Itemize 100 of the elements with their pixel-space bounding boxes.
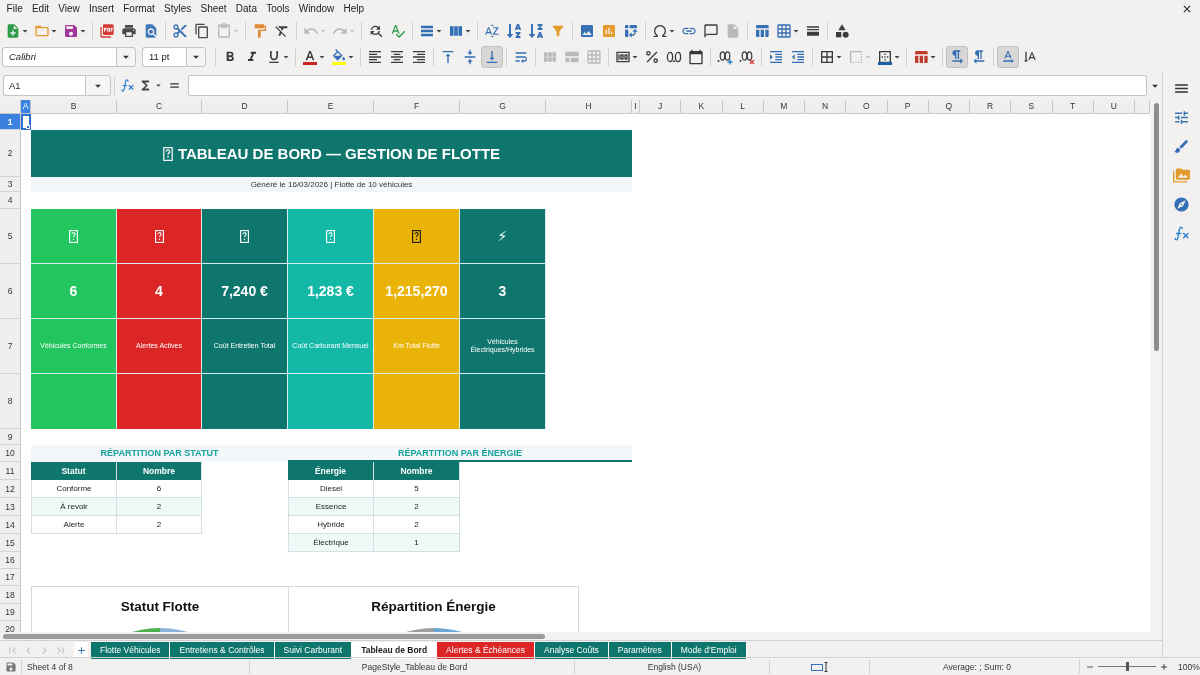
- zoom-slider[interactable]: [1098, 662, 1156, 671]
- scrollbar-thumb[interactable]: [3, 633, 545, 639]
- kpi-value: 4: [155, 283, 163, 299]
- column-header[interactable]: L: [722, 100, 764, 114]
- menu-item[interactable]: Format: [118, 1, 160, 17]
- row-header[interactable]: 9: [0, 429, 21, 445]
- font-size-field[interactable]: 11 pt: [142, 47, 186, 67]
- menu-item[interactable]: Styles: [159, 1, 196, 17]
- column-header[interactable]: O: [846, 100, 888, 114]
- row-header[interactable]: 10: [0, 445, 21, 462]
- menu-item[interactable]: Data: [231, 1, 262, 17]
- column-header[interactable]: G: [460, 100, 546, 114]
- font-name-field[interactable]: Calibri: [2, 47, 116, 67]
- row-header[interactable]: 7: [0, 319, 21, 374]
- row-header[interactable]: 16: [0, 552, 21, 569]
- column-header[interactable]: M: [763, 100, 805, 114]
- indent-icon: [768, 49, 784, 65]
- bar-chart-icon: [601, 22, 617, 39]
- menu-item[interactable]: Window: [294, 1, 339, 17]
- table-cell: Électrique: [288, 534, 374, 552]
- name-box[interactable]: A1: [3, 75, 85, 96]
- column-header[interactable]: C: [117, 100, 202, 114]
- rectangle-cursor-icon: [810, 661, 829, 672]
- row-header[interactable]: 5: [0, 209, 21, 264]
- kpi-symbol: ⚡: [497, 229, 508, 243]
- table-cell: 5: [374, 480, 460, 498]
- printer-icon: [121, 22, 137, 39]
- letter-arrow-icon: [1000, 49, 1016, 65]
- add-sheet-button[interactable]: [74, 642, 88, 658]
- column-header[interactable]: R: [970, 100, 1012, 114]
- pilcrow-arrow-icon: [949, 49, 965, 65]
- row-header[interactable]: 8: [0, 374, 21, 429]
- grid-icon: [564, 49, 580, 65]
- grid-icon: [542, 49, 558, 65]
- column-header[interactable]: P: [887, 100, 929, 114]
- menu-item[interactable]: Tools: [261, 1, 295, 17]
- column-header[interactable]: Q: [928, 100, 970, 114]
- formula-input[interactable]: [187, 75, 1147, 96]
- column-header[interactable]: D: [202, 100, 288, 114]
- menu-item[interactable]: Help: [338, 1, 369, 17]
- table-cell: 2: [117, 516, 202, 534]
- column-header[interactable]: N: [805, 100, 847, 114]
- calendar-icon: [688, 49, 704, 65]
- menu-item[interactable]: Insert: [84, 1, 119, 17]
- row-header[interactable]: 6: [0, 264, 21, 319]
- pdf-icon: [99, 22, 115, 39]
- pilcrow-arrow-icon: [971, 49, 987, 65]
- scrollbar-thumb[interactable]: [1153, 103, 1159, 351]
- row-header[interactable]: 18: [0, 586, 21, 604]
- row-header[interactable]: 1: [0, 114, 21, 130]
- row-header[interactable]: 15: [0, 534, 21, 552]
- table-header-cell: Nombre: [117, 462, 202, 480]
- page-icon: [725, 22, 741, 39]
- missing-glyph-icon: [240, 229, 249, 243]
- image-icon: [579, 22, 595, 39]
- table-header-cell: Énergie: [288, 462, 374, 480]
- row-header[interactable]: 14: [0, 516, 21, 534]
- row-header[interactable]: 11: [0, 462, 21, 480]
- kpi-value: 3: [498, 283, 507, 299]
- missing-glyph-icon: [162, 146, 173, 161]
- sort-icon: [484, 22, 500, 39]
- plus-icon: [75, 644, 87, 656]
- selection-summary: Average: ; Sum: 0: [942, 661, 1011, 672]
- column-header[interactable]: B: [31, 100, 117, 114]
- table-cell: 1: [374, 534, 460, 552]
- row-header[interactable]: 4: [0, 192, 21, 209]
- menu-item[interactable]: File: [2, 1, 28, 17]
- row-header[interactable]: 12: [0, 480, 21, 498]
- clipboard-icon: [216, 22, 232, 39]
- language: English (USA): [646, 661, 702, 672]
- column-header[interactable]: F: [374, 100, 460, 114]
- column-header[interactable]: S: [1011, 100, 1053, 114]
- column-header[interactable]: J: [640, 100, 682, 114]
- row-header[interactable]: 17: [0, 569, 21, 586]
- zoom-level: 100%: [1177, 661, 1200, 672]
- column-header[interactable]: U: [1093, 100, 1135, 114]
- row-header[interactable]: 19: [0, 604, 21, 621]
- column-header[interactable]: T: [1052, 100, 1094, 114]
- column-header[interactable]: E: [288, 100, 374, 114]
- row-header[interactable]: 3: [0, 177, 21, 192]
- column-header[interactable]: H: [546, 100, 632, 114]
- menu-item[interactable]: View: [53, 1, 85, 17]
- column-header[interactable]: K: [681, 100, 723, 114]
- menu-item[interactable]: Sheet: [195, 1, 232, 17]
- align-center-icon: [389, 49, 405, 65]
- align-bottom-button[interactable]: [481, 46, 503, 68]
- dashboard-title: TABLEAU DE BORD — GESTION DE FLOTTE: [177, 145, 501, 162]
- menu-item[interactable]: Edit: [27, 1, 54, 17]
- percent-icon: [644, 49, 660, 65]
- row-header[interactable]: 13: [0, 498, 21, 516]
- align-top-icon: [440, 49, 456, 65]
- sheet-position: Sheet 4 of 8: [26, 661, 73, 672]
- row-header[interactable]: 2: [0, 130, 21, 177]
- zoom-slider-thumb[interactable]: [1126, 662, 1129, 671]
- shapes-icon: [834, 22, 850, 39]
- left-to-right-button[interactable]: [946, 46, 968, 68]
- column-header[interactable]: I: [632, 100, 640, 114]
- function-icon: [119, 78, 135, 93]
- paint-bucket-icon: [331, 49, 347, 65]
- underline-icon: [266, 49, 282, 65]
